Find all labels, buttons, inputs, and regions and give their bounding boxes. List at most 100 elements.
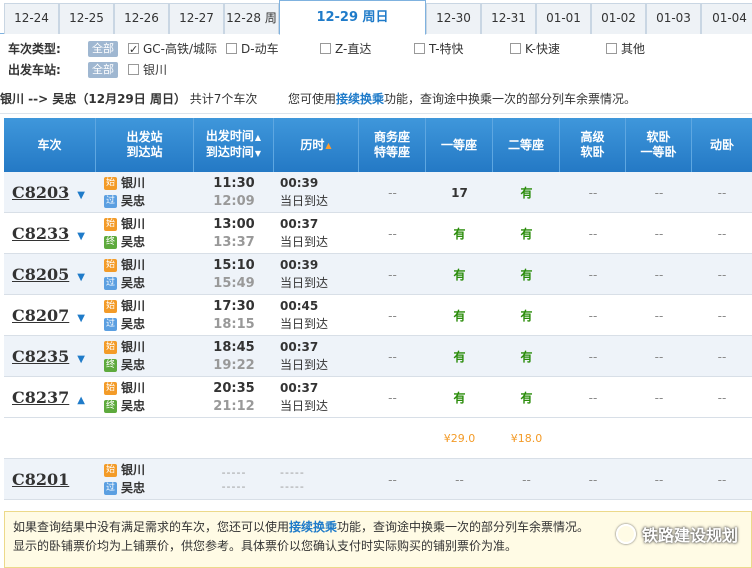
query-summary: 银川 --> 吴忠（12月29日 周日） 共计7个车次 您可使用接续换乘功能，查…: [0, 84, 752, 114]
business-seat: --: [388, 472, 397, 487]
triangle-down-icon[interactable]: ▼: [77, 272, 85, 283]
type-option-k[interactable]: K-快速: [510, 39, 560, 59]
col-duration[interactable]: 历时 ▲: [274, 118, 359, 172]
date-tab[interactable]: 12-30: [426, 3, 481, 34]
checkbox-icon[interactable]: [226, 43, 237, 54]
date-tab[interactable]: 12-24: [4, 3, 59, 34]
station-cell: 始银川过吴忠: [104, 172, 194, 213]
type-option-t[interactable]: T-特快: [414, 39, 464, 59]
col-stations: 出发站 到达站: [96, 118, 194, 172]
table-row: C8233 ▼ 始银川终吴忠 13:00 13:37 00:37 当日到达 -- 有 有 -- -- -…: [4, 213, 752, 254]
deluxe-sleeper-seat: --: [588, 185, 598, 200]
business-seat: --: [388, 267, 397, 282]
business-seat: --: [388, 349, 397, 364]
type-option-z[interactable]: Z-直达: [320, 39, 371, 59]
train-number-link[interactable]: C8235: [12, 347, 69, 366]
train-number-cell: C8205 ▼: [12, 254, 96, 295]
date-tabs: 12-24 12-25 12-26 12-27 12-28 周 12-29 周日 12-30…: [0, 0, 752, 35]
col-first-class: 一等座: [426, 118, 493, 172]
second-class-price: ¥18.0: [510, 432, 543, 445]
sort-down-icon[interactable]: ▼: [255, 149, 261, 158]
col-dong-sleeper: 动卧: [709, 137, 734, 152]
date-tab[interactable]: 12-27: [169, 3, 224, 34]
checkbox-icon[interactable]: [606, 43, 617, 54]
checkbox-icon[interactable]: [510, 43, 521, 54]
station-all-button[interactable]: 全部: [88, 62, 118, 78]
arrival-time: 15:49: [213, 276, 255, 291]
sort-up-icon[interactable]: ▲: [325, 138, 331, 153]
date-tab[interactable]: 01-02: [591, 3, 646, 34]
departure-time: 20:35: [213, 381, 255, 396]
sort-up-icon[interactable]: ▲: [255, 133, 261, 142]
station-cell: 始银川终吴忠: [104, 377, 194, 418]
station-cell: 始银川终吴忠: [104, 213, 194, 254]
train-type-all-button[interactable]: 全部: [88, 41, 118, 57]
pass-badge-icon: 过: [104, 195, 117, 208]
date-tab[interactable]: 12-25: [59, 3, 114, 34]
duration: 00:39: [280, 176, 319, 190]
start-badge-icon: 始: [104, 177, 117, 190]
triangle-down-icon[interactable]: ▼: [77, 231, 85, 242]
type-option-gc[interactable]: GC-高铁/城际: [128, 39, 217, 60]
table-row: C8237 ▲ 始银川终吴忠 20:35 21:12 00:37 当日到达 -- 有 有 -- -- -…: [4, 377, 752, 418]
triangle-down-icon[interactable]: ▼: [77, 354, 85, 365]
start-badge-icon: 始: [104, 382, 117, 395]
date-tab[interactable]: 12-26: [114, 3, 169, 34]
from-station: 始银川: [104, 299, 146, 313]
soft-sleeper-seat: --: [654, 226, 664, 241]
transfer-link[interactable]: 接续换乘: [336, 92, 384, 106]
checkbox-icon[interactable]: [128, 64, 139, 75]
from-station: 始银川: [104, 381, 146, 395]
checkbox-icon[interactable]: [128, 40, 139, 60]
start-badge-icon: 始: [104, 300, 117, 313]
date-tab[interactable]: 12-28 周: [224, 3, 279, 34]
route-title: 银川 --> 吴忠（12月29日 周日）: [0, 92, 186, 106]
date-tab[interactable]: 12-29 周日: [279, 0, 426, 35]
dong-sleeper-seat: --: [717, 349, 727, 364]
col-soft-sleeper: 软卧 一等卧: [626, 118, 692, 172]
duration-cell: 00:37 当日到达: [274, 336, 359, 377]
checkbox-icon[interactable]: [414, 43, 425, 54]
soft-sleeper-seat: --: [654, 390, 664, 405]
price-row: ¥29.0 ¥18.0: [4, 418, 752, 459]
triangle-up-icon[interactable]: ▲: [77, 395, 85, 406]
type-option-other[interactable]: 其他: [606, 39, 645, 59]
duration-cell: 00:37 当日到达: [274, 213, 359, 254]
end-badge-icon: 终: [104, 359, 117, 372]
checkbox-icon[interactable]: [320, 43, 331, 54]
col-times[interactable]: 出发时间▲ 到达时间▼: [194, 118, 274, 172]
duration: 00:37: [280, 340, 319, 354]
type-option-d[interactable]: D-动车: [226, 39, 279, 59]
note-transfer-link[interactable]: 接续换乘: [289, 520, 337, 534]
train-number-link[interactable]: C8201: [12, 470, 69, 489]
from-station: 始银川: [104, 463, 146, 477]
departure-time: 18:45: [213, 340, 255, 355]
date-tab[interactable]: 01-01: [536, 3, 591, 34]
train-count: 共计7个车次: [189, 92, 258, 106]
train-type-label: 车次类型:: [8, 42, 61, 56]
train-number-link[interactable]: C8207: [12, 306, 69, 325]
date-tab[interactable]: 01-03: [646, 3, 701, 34]
train-number-link[interactable]: C8237: [12, 388, 69, 407]
to-station: 过吴忠: [104, 194, 146, 208]
train-number-link[interactable]: C8233: [12, 224, 69, 243]
wechat-logo-icon: [615, 524, 636, 544]
second-class-seat: --: [522, 472, 531, 487]
date-tab[interactable]: 01-04: [701, 3, 752, 34]
first-class-seat: 有: [453, 391, 466, 405]
table-row: C8235 ▼ 始银川终吴忠 18:45 19:22 00:37 当日到达 -- 有 有 -- -- -…: [4, 336, 752, 377]
date-tab[interactable]: 12-31: [481, 3, 536, 34]
triangle-down-icon[interactable]: ▼: [77, 313, 85, 324]
duration: -----: [280, 466, 305, 479]
deluxe-sleeper-seat: --: [588, 349, 598, 364]
deluxe-sleeper-seat: --: [588, 226, 598, 241]
dong-sleeper-seat: --: [717, 267, 727, 282]
station-option-yinchuan[interactable]: 银川: [128, 60, 167, 80]
arrival-time: 19:22: [213, 358, 255, 373]
soft-sleeper-seat: --: [654, 472, 664, 487]
triangle-down-icon[interactable]: ▼: [77, 190, 85, 201]
train-number-link[interactable]: C8203: [12, 183, 69, 202]
table-row: C8205 ▼ 始银川过吴忠 15:10 15:49 00:39 当日到达 -- 有 有 -- -- -…: [4, 254, 752, 295]
transfer-hint: 您可使用接续换乘功能，查询途中换乘一次的部分列车余票情况。: [288, 92, 637, 106]
train-number-link[interactable]: C8205: [12, 265, 69, 284]
